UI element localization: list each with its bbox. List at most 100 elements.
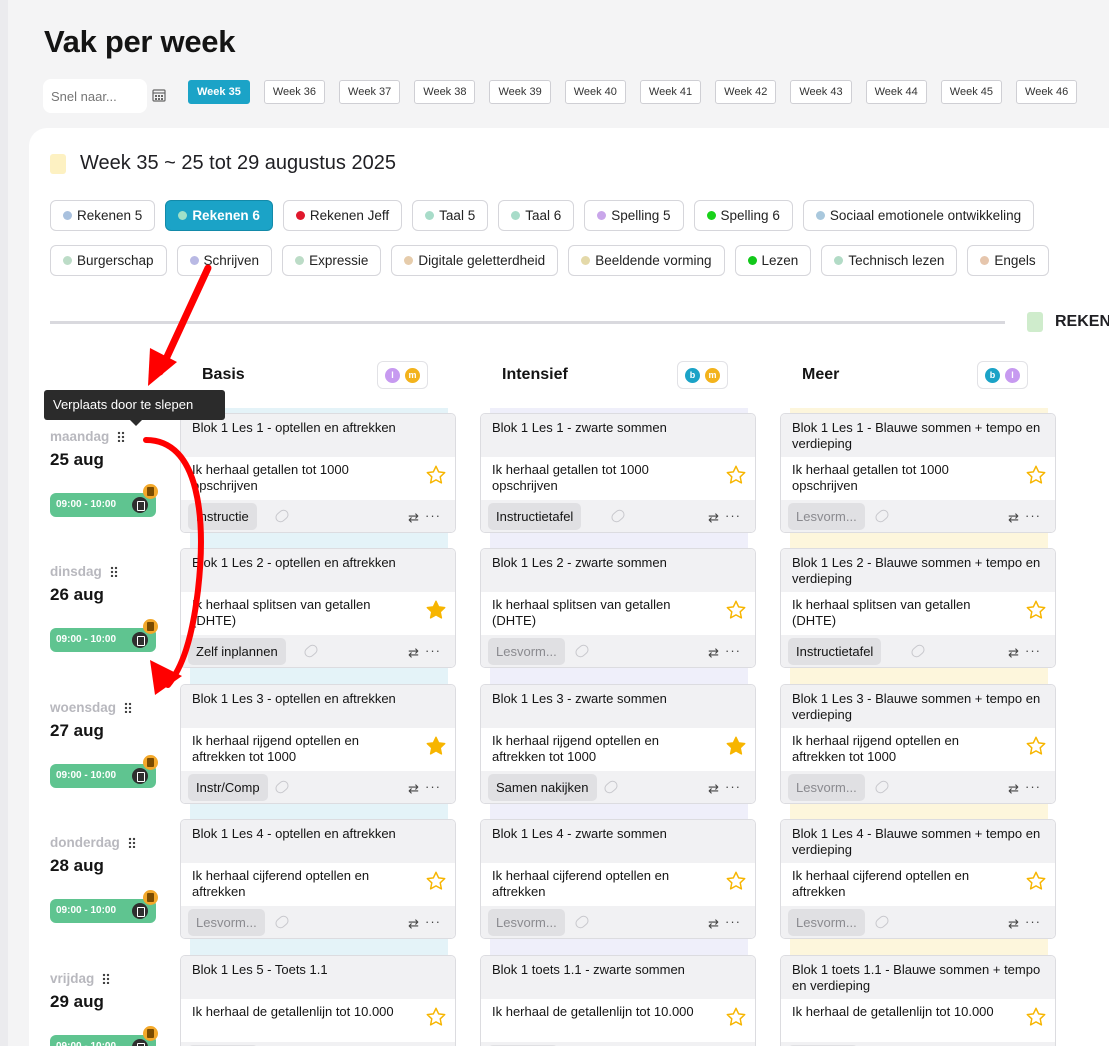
more-icon[interactable]: ··· <box>425 779 441 794</box>
link-icon[interactable] <box>273 778 291 796</box>
link-icon[interactable] <box>602 778 620 796</box>
star-icon[interactable] <box>1025 1006 1047 1028</box>
lock-icon[interactable] <box>143 755 158 770</box>
swap-icon[interactable]: ⇄ <box>408 916 419 932</box>
swap-icon[interactable]: ⇄ <box>408 645 419 661</box>
work-form-button[interactable]: Lesvorm... <box>788 909 865 936</box>
search-input[interactable] <box>43 79 147 113</box>
swap-icon[interactable]: ⇄ <box>708 645 719 661</box>
subject-chip-digitale-geletterdheid[interactable]: Digitale geletterdheid <box>391 245 559 276</box>
clipboard-icon[interactable] <box>132 768 148 784</box>
more-icon[interactable]: ··· <box>1025 914 1041 929</box>
subject-chip-rekenen-6[interactable]: Rekenen 6 <box>165 200 273 231</box>
work-form-button[interactable]: Lesvorm... <box>788 774 865 801</box>
subject-chip-rekenen-jeff[interactable]: Rekenen Jeff <box>282 200 403 231</box>
star-icon[interactable] <box>725 870 747 892</box>
star-icon[interactable] <box>425 1006 447 1028</box>
star-icon[interactable] <box>725 464 747 486</box>
subject-chip-sociaal-emotionele-ontwikkeling[interactable]: Sociaal emotionele ontwikkeling <box>802 200 1035 231</box>
lock-icon[interactable] <box>143 1026 158 1041</box>
lock-icon[interactable] <box>143 890 158 905</box>
week-tab-46[interactable]: Week 46 <box>1016 80 1078 104</box>
more-icon[interactable]: ··· <box>725 508 741 523</box>
week-tab-36[interactable]: Week 36 <box>263 80 326 104</box>
star-icon[interactable] <box>725 599 747 621</box>
lesson-card[interactable]: Blok 1 toets 1.1 - zwarte sommen Ik herha… <box>480 955 756 1046</box>
work-form-button[interactable]: Instr/Comp <box>188 774 268 801</box>
clipboard-icon[interactable] <box>132 1039 148 1046</box>
subject-chip-lezen[interactable]: Lezen <box>734 245 812 276</box>
week-tab-43[interactable]: Week 43 <box>790 80 852 104</box>
week-tab-42[interactable]: Week 42 <box>715 80 777 104</box>
swap-icon[interactable]: ⇄ <box>708 781 719 797</box>
swap-icon[interactable]: ⇄ <box>708 916 719 932</box>
week-tab-40[interactable]: Week 40 <box>564 80 626 104</box>
swap-icon[interactable]: ⇄ <box>1008 645 1019 661</box>
week-tab-45[interactable]: Week 45 <box>940 80 1003 104</box>
subject-chip-spelling-6[interactable]: Spelling 6 <box>693 200 793 231</box>
more-icon[interactable]: ··· <box>725 643 741 658</box>
star-icon[interactable] <box>725 1006 747 1028</box>
lesson-card[interactable]: Blok 1 Les 1 - zwarte sommen Ik herhaal g… <box>480 413 756 533</box>
subject-chip-schrijven[interactable]: Schrijven <box>176 245 273 276</box>
swap-icon[interactable]: ⇄ <box>408 510 419 526</box>
clipboard-icon[interactable] <box>132 903 148 919</box>
swap-icon[interactable]: ⇄ <box>1008 781 1019 797</box>
star-icon[interactable] <box>425 735 447 757</box>
week-tab-37[interactable]: Week 37 <box>339 80 401 104</box>
more-icon[interactable]: ··· <box>425 508 441 523</box>
more-icon[interactable]: ··· <box>725 779 741 794</box>
link-icon[interactable] <box>573 913 591 931</box>
subject-chip-rekenen-5[interactable]: Rekenen 5 <box>50 200 156 231</box>
work-form-button[interactable]: Lesvorm... <box>488 638 565 665</box>
link-icon[interactable] <box>873 507 891 525</box>
grip-icon[interactable] <box>109 566 118 577</box>
swap-icon[interactable]: ⇄ <box>1008 916 1019 932</box>
grip-icon[interactable] <box>124 702 133 713</box>
time-slot[interactable]: 09:00 - 10:00 <box>50 1026 158 1046</box>
lesson-card[interactable]: Blok 1 Les 4 - optellen en aftrekken Ik h… <box>180 819 456 939</box>
lesson-card[interactable]: Blok 1 Les 2 - Blauwe sommen + tempo en … <box>780 548 1056 668</box>
link-icon[interactable] <box>609 507 627 525</box>
work-form-button[interactable]: Instructie <box>188 503 257 530</box>
subject-chip-burgerschap[interactable]: Burgerschap <box>50 245 167 276</box>
more-icon[interactable]: ··· <box>1025 508 1041 523</box>
star-icon[interactable] <box>1025 870 1047 892</box>
subject-chip-taal-6[interactable]: Taal 6 <box>498 200 575 231</box>
link-icon[interactable] <box>873 913 891 931</box>
lock-icon[interactable] <box>143 619 158 634</box>
time-slot[interactable]: 09:00 - 10:00 <box>50 755 158 788</box>
star-icon[interactable] <box>725 735 747 757</box>
star-icon[interactable] <box>1025 464 1047 486</box>
grip-icon[interactable] <box>102 973 111 984</box>
link-icon[interactable] <box>302 642 320 660</box>
clipboard-icon[interactable] <box>132 497 148 513</box>
time-slot[interactable]: 09:00 - 10:00 <box>50 619 158 652</box>
week-tab-35[interactable]: Week 35 <box>188 80 250 104</box>
lesson-card[interactable]: Blok 1 Les 5 - Toets 1.1 Ik herhaal de ge… <box>180 955 456 1046</box>
link-icon[interactable] <box>909 642 927 660</box>
star-icon[interactable] <box>1025 599 1047 621</box>
link-icon[interactable] <box>273 913 291 931</box>
lesson-card[interactable]: Blok 1 toets 1.1 - Blauwe sommen + tempo… <box>780 955 1056 1046</box>
lesson-card[interactable]: Blok 1 Les 3 - Blauwe sommen + tempo en … <box>780 684 1056 804</box>
subject-chip-expressie[interactable]: Expressie <box>282 245 382 276</box>
lesson-card[interactable]: Blok 1 Les 3 - zwarte sommen Ik herhaal r… <box>480 684 756 804</box>
work-form-button[interactable]: Lesvorm... <box>488 909 565 936</box>
calendar-icon[interactable] <box>152 88 166 102</box>
link-icon[interactable] <box>573 642 591 660</box>
lock-icon[interactable] <box>143 484 158 499</box>
week-tab-38[interactable]: Week 38 <box>414 80 476 104</box>
swap-icon[interactable]: ⇄ <box>408 781 419 797</box>
link-icon[interactable] <box>873 778 891 796</box>
grip-icon[interactable] <box>127 837 136 848</box>
star-icon[interactable] <box>425 870 447 892</box>
star-icon[interactable] <box>425 599 447 621</box>
clipboard-icon[interactable] <box>132 632 148 648</box>
lesson-card[interactable]: Blok 1 Les 2 - optellen en aftrekken Ik h… <box>180 548 456 668</box>
lesson-card[interactable]: Blok 1 Les 4 - zwarte sommen Ik herhaal c… <box>480 819 756 939</box>
swap-icon[interactable]: ⇄ <box>1008 510 1019 526</box>
week-tab-44[interactable]: Week 44 <box>865 80 927 104</box>
work-form-button[interactable]: Zelf inplannen <box>188 638 286 665</box>
work-form-button[interactable]: Lesvorm... <box>188 909 265 936</box>
